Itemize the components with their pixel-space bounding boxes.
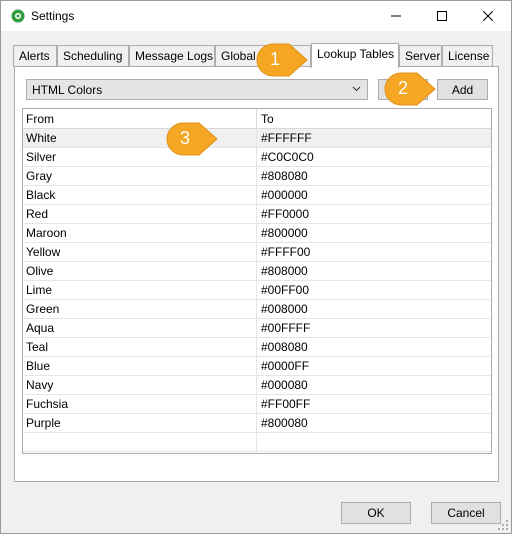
cell-to[interactable]: #00FF00 [258,281,491,299]
grid-header: From To [23,109,491,129]
callout-3-number: 3 [179,128,190,148]
resize-grip-icon[interactable] [497,519,509,531]
table-row[interactable]: Purple #800080 [23,414,491,433]
callout-3: 3 [165,121,221,157]
cell-from[interactable]: Silver [23,148,257,166]
table-row[interactable]: Red #FF0000 [23,205,491,224]
app-gear-icon [11,9,25,23]
cell-from[interactable]: Red [23,205,257,223]
cell-to[interactable] [258,433,491,451]
lookup-table-value: HTML Colors [32,83,103,97]
cell-from[interactable]: Yellow [23,243,257,261]
cell-from[interactable]: Navy [23,376,257,394]
tab-message-logs[interactable]: Message Logs [129,45,215,67]
minimize-button[interactable] [373,1,419,31]
cell-to[interactable]: #000000 [258,186,491,204]
callout-2-number: 2 [397,78,408,98]
maximize-button[interactable] [419,1,465,31]
tab-scheduling[interactable]: Scheduling [57,45,129,67]
cell-from[interactable] [23,433,257,451]
callout-2: 2 [383,71,439,107]
cell-from[interactable]: Aqua [23,319,257,337]
cell-from[interactable]: Blue [23,357,257,375]
cell-from[interactable]: Maroon [23,224,257,242]
callout-1: 1 [255,42,311,78]
table-row[interactable]: Yellow #FFFF00 [23,243,491,262]
cell-to[interactable]: #808000 [258,262,491,280]
table-row[interactable]: Maroon #800000 [23,224,491,243]
table-row[interactable]: Navy #000080 [23,376,491,395]
cell-to[interactable]: #808080 [258,167,491,185]
cell-to[interactable]: #0000FF [258,357,491,375]
callout-1-number: 1 [269,49,280,69]
add-button[interactable]: Add [437,79,488,100]
cancel-button[interactable]: Cancel [431,502,501,524]
tab-lookup-tables[interactable]: Lookup Tables [311,43,399,68]
table-row[interactable]: Gray #808080 [23,167,491,186]
table-row[interactable]: Aqua #00FFFF [23,319,491,338]
table-row[interactable]: White #FFFFFF [23,129,491,148]
cell-from[interactable]: Fuchsia [23,395,257,413]
cell-to[interactable]: #00FFFF [258,319,491,337]
lookup-table-select[interactable]: HTML Colors [26,79,368,100]
table-row[interactable]: Fuchsia #FF00FF [23,395,491,414]
table-row[interactable]: Teal #008080 [23,338,491,357]
cell-to[interactable]: #C0C0C0 [258,148,491,166]
settings-tabs: Alerts Scheduling Message Logs Global I … [13,43,493,68]
cell-to[interactable]: #FFFFFF [258,129,491,147]
table-row[interactable]: Blue #0000FF [23,357,491,376]
cell-to[interactable]: #000080 [258,376,491,394]
close-button[interactable] [465,1,511,31]
title-bar: Settings [1,1,511,31]
window-title: Settings [31,9,75,23]
cell-to[interactable]: #800000 [258,224,491,242]
table-row[interactable]: Black #000000 [23,186,491,205]
cell-to[interactable]: #FF0000 [258,205,491,223]
tab-alerts[interactable]: Alerts [13,45,57,67]
cell-from[interactable]: White [23,129,257,147]
lookup-grid: From To White #FFFFFF Silver #C0C0C0 Gray #80… [22,108,492,454]
cell-from[interactable]: Purple [23,414,257,432]
cell-to[interactable]: #FFFF00 [258,243,491,261]
cell-to[interactable]: #800080 [258,414,491,432]
table-row[interactable]: Silver #C0C0C0 [23,148,491,167]
ok-button[interactable]: OK [341,502,411,524]
cell-from[interactable]: Gray [23,167,257,185]
cell-from[interactable]: Olive [23,262,257,280]
cell-from[interactable]: Green [23,300,257,318]
maximize-icon [437,11,447,21]
chevron-down-icon [352,86,361,92]
tab-license[interactable]: License [442,45,493,67]
table-row[interactable]: Olive #808000 [23,262,491,281]
new-entry-row[interactable] [23,433,491,452]
table-row[interactable]: Green #008000 [23,300,491,319]
cell-from[interactable]: Teal [23,338,257,356]
settings-window: Settings Alerts Scheduling Message Logs … [0,0,512,534]
cell-from[interactable]: Lime [23,281,257,299]
tab-server[interactable]: Server [399,45,442,67]
column-header-to[interactable]: To [258,109,491,129]
cell-to[interactable]: #FF00FF [258,395,491,413]
close-icon [483,11,493,21]
cell-to[interactable]: #008080 [258,338,491,356]
column-header-from[interactable]: From [23,109,257,129]
table-row[interactable]: Lime #00FF00 [23,281,491,300]
cell-to[interactable]: #008000 [258,300,491,318]
minimize-icon [391,15,401,17]
cell-from[interactable]: Black [23,186,257,204]
grid-rows: White #FFFFFF Silver #C0C0C0 Gray #808080 Blac… [23,129,491,452]
